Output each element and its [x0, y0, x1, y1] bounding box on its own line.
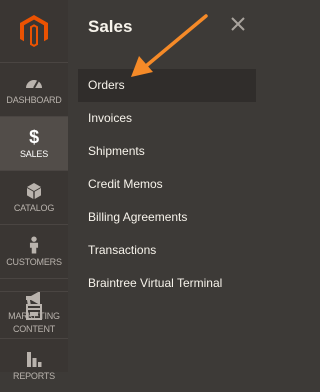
sidebar-item-label: Customers — [6, 257, 62, 267]
sidebar-item-customers[interactable]: Customers — [0, 224, 68, 278]
panel-title: Sales — [88, 17, 133, 36]
sidebar-item-label: Sales — [19, 149, 49, 159]
sidebar-item-label: Reports — [13, 371, 55, 381]
menu-item-billing-agreements[interactable]: Billing Agreements — [78, 201, 256, 234]
menu-item-credit-memos[interactable]: Credit Memos — [78, 168, 256, 201]
sidebar-item-sales[interactable]: $ Sales — [0, 116, 68, 170]
magento-logo-icon — [20, 15, 48, 47]
sidebar-item-reports[interactable]: Reports — [0, 338, 68, 392]
menu-item-orders[interactable]: Orders — [78, 69, 256, 102]
sidebar-item-content[interactable]: Content — [0, 291, 68, 345]
person-icon — [29, 236, 39, 254]
admin-sidebar: Dashboard $ Sales Catalog Customers Mark… — [0, 0, 68, 381]
bar-chart-icon — [27, 352, 42, 367]
sales-menu: Orders Invoices Shipments Credit Memos B… — [78, 69, 256, 300]
sidebar-item-dashboard[interactable]: Dashboard — [0, 62, 68, 116]
sidebar-item-label: Catalog — [13, 203, 55, 213]
sidebar-item-catalog[interactable]: Catalog — [0, 170, 68, 224]
dollar-icon: $ — [29, 127, 39, 147]
speedometer-icon — [26, 80, 42, 89]
sidebar-item-label: Content — [12, 324, 56, 334]
menu-item-invoices[interactable]: Invoices — [78, 102, 256, 135]
sidebar-item-label: Dashboard — [6, 95, 62, 105]
box-icon — [27, 183, 41, 199]
close-icon[interactable] — [229, 15, 247, 33]
menu-item-braintree-virtual-terminal[interactable]: Braintree Virtual Terminal — [78, 267, 256, 300]
layout-icon — [26, 304, 42, 320]
menu-item-shipments[interactable]: Shipments — [78, 135, 256, 168]
sales-submenu-panel: Sales Orders Invoices Shipments Credit M… — [68, 0, 264, 372]
magento-logo[interactable] — [0, 0, 68, 62]
menu-item-transactions[interactable]: Transactions — [78, 234, 256, 267]
